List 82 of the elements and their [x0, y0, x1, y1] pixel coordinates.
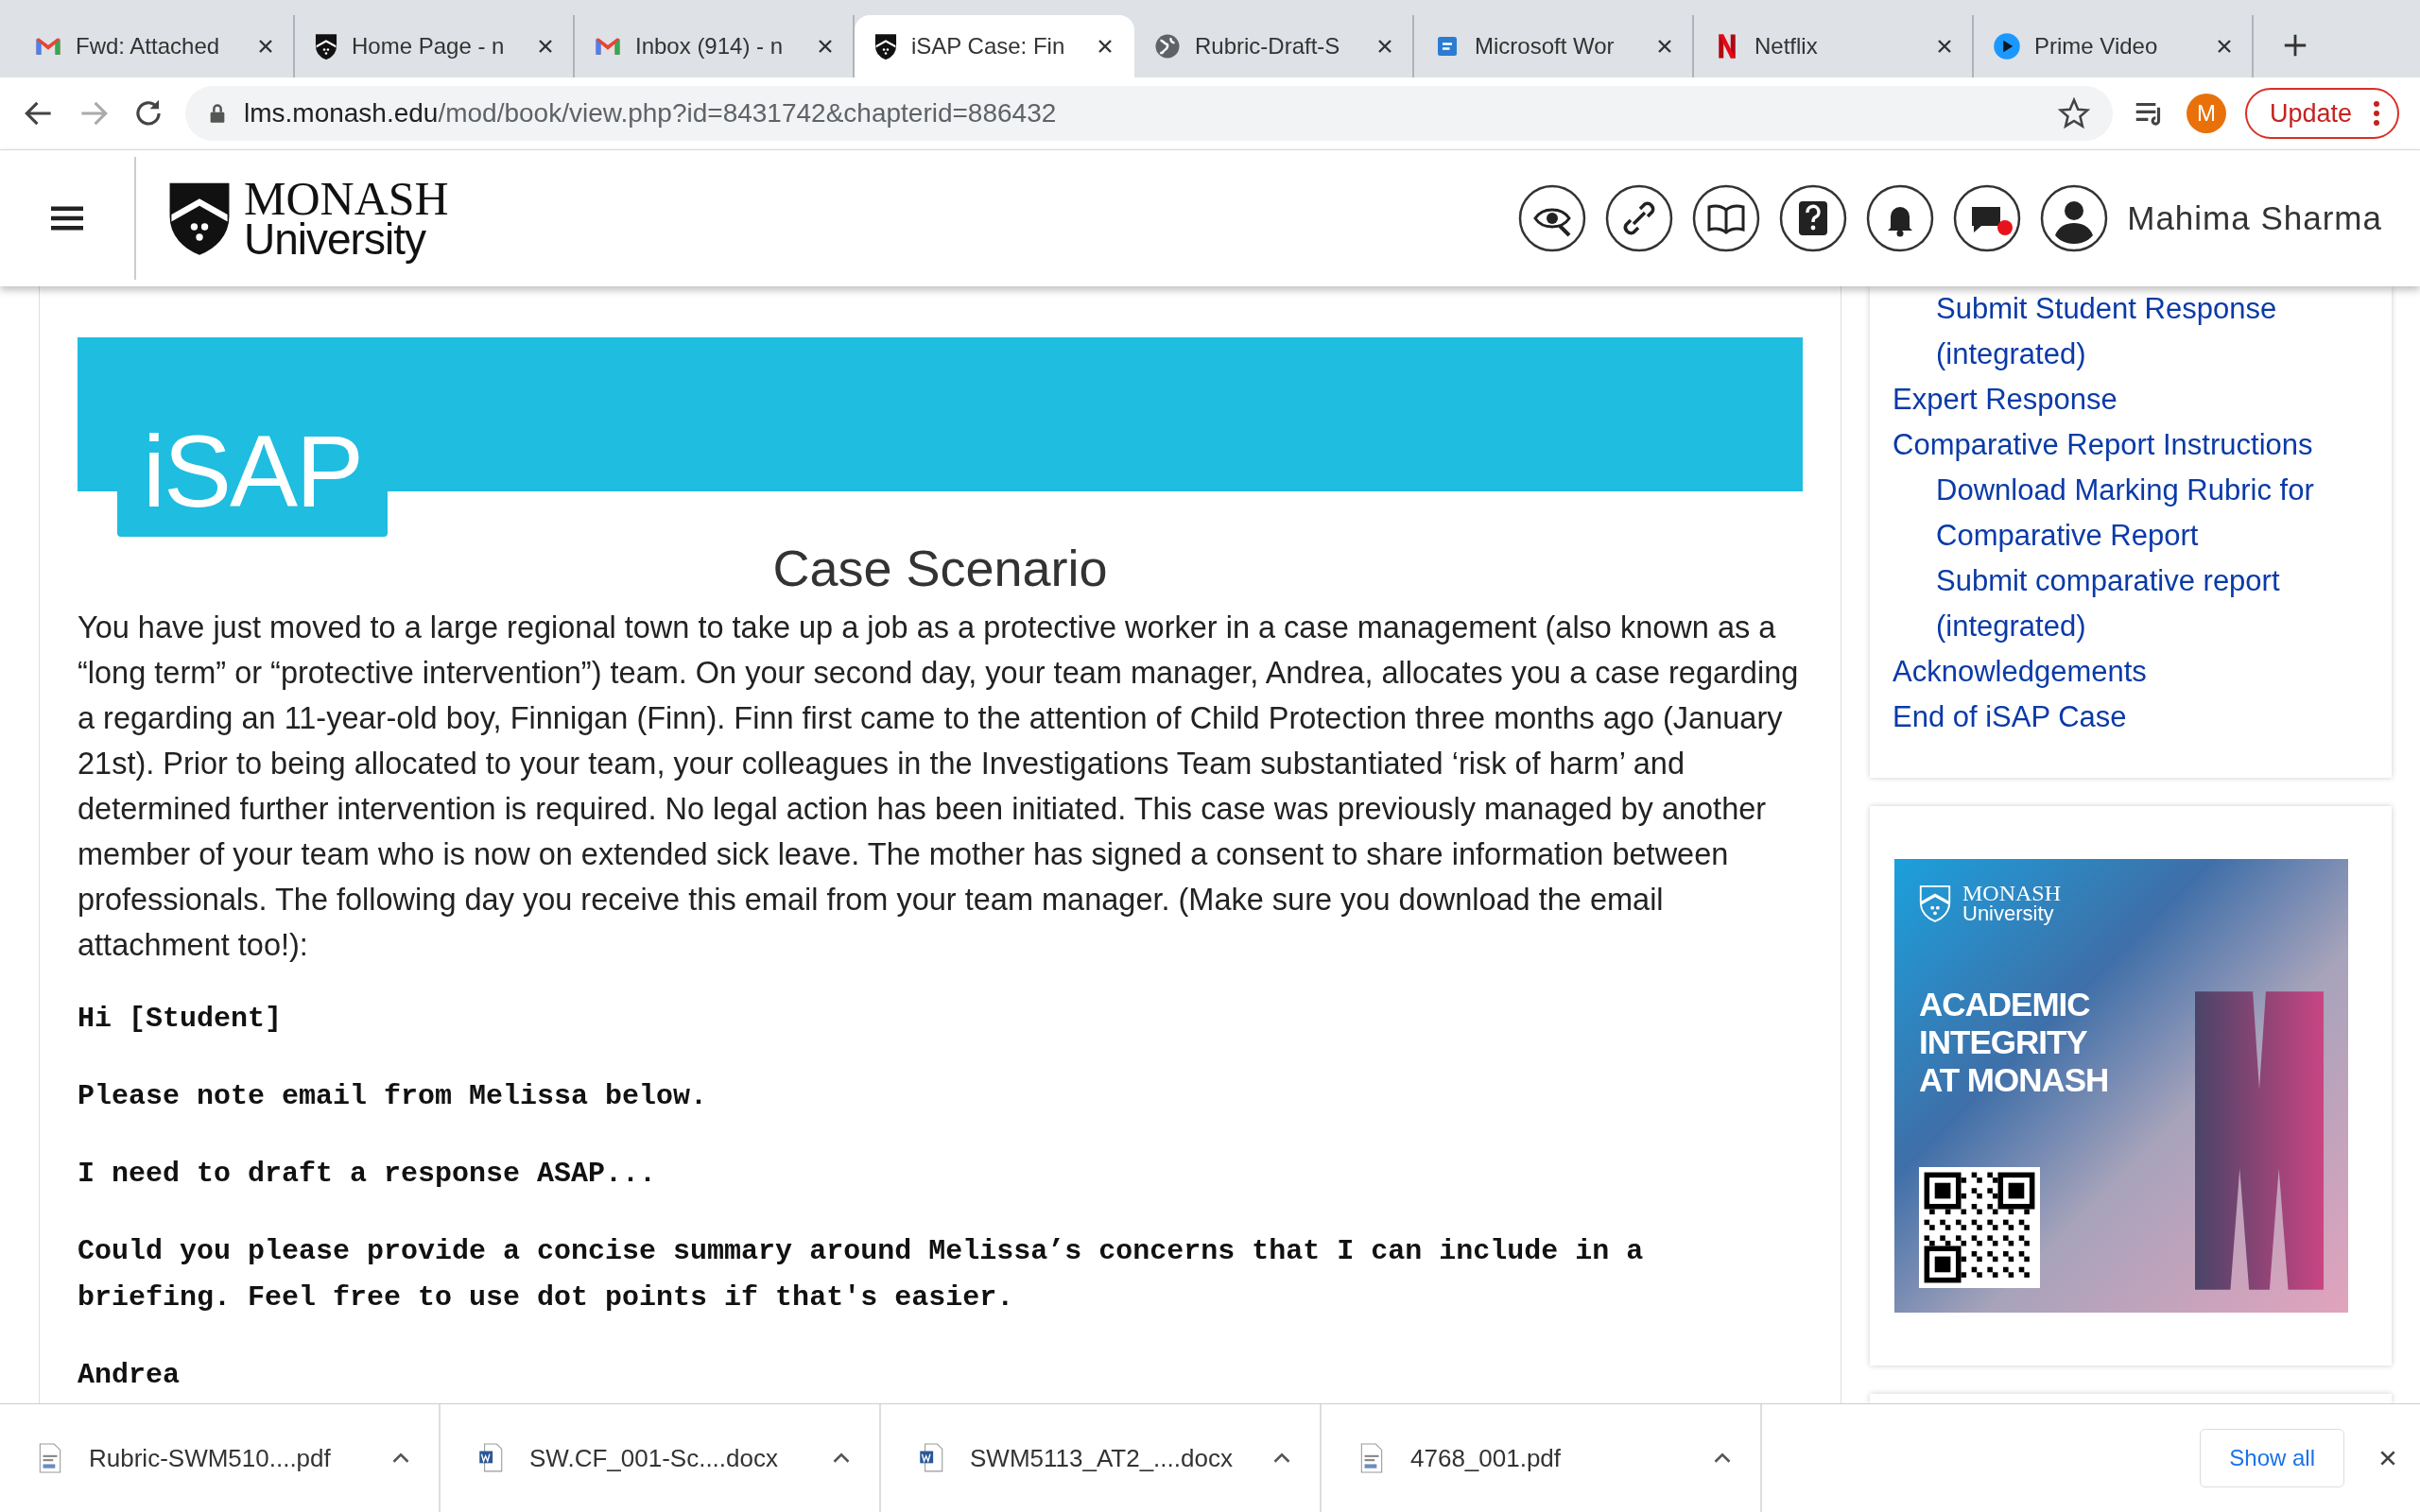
tab-title: Home Page - n — [352, 33, 506, 60]
tab-title: Prime Video — [2034, 33, 2159, 60]
url-host: lms.monash.edu — [244, 98, 439, 128]
close-icon[interactable] — [2216, 38, 2233, 55]
browser-tab[interactable]: Microsoft Wor — [1414, 15, 1694, 77]
play-icon — [1993, 32, 2021, 60]
close-icon[interactable] — [257, 38, 274, 55]
download-item[interactable]: Rubric-SWM510....pdf — [0, 1404, 441, 1512]
browser-tab[interactable]: Netflix — [1694, 15, 1974, 77]
contents-link[interactable]: Expert Response — [1893, 377, 2369, 422]
help-icon[interactable] — [1779, 184, 1848, 252]
caret-icon[interactable] — [832, 1452, 851, 1465]
close-icon[interactable] — [1936, 38, 1953, 55]
promo-headline: ACADEMIC INTEGRITY AT MONASH — [1919, 986, 2109, 1099]
word-file-icon — [919, 1443, 943, 1473]
tab-title: iSAP Case: Fin — [911, 33, 1066, 60]
promo-logo-subtitle: University — [1962, 903, 2055, 923]
close-icon[interactable] — [2378, 1449, 2397, 1468]
download-item[interactable]: SWM5113_AT2_....docx — [881, 1404, 1322, 1512]
browser-tab[interactable]: Prime Video — [1974, 15, 2254, 77]
download-item[interactable]: 4768_001.pdf — [1322, 1404, 1762, 1512]
page-heading: Case Scenario — [771, 539, 1109, 597]
email-text: Andrea — [78, 1358, 182, 1393]
file-name: SW.CF_001-Sc....docx — [529, 1443, 779, 1473]
close-icon[interactable] — [1376, 38, 1393, 55]
tab-title: Rubric-Draft-S — [1195, 33, 1341, 60]
contents-link[interactable]: Acknowledgements — [1893, 649, 2369, 695]
logo-wordmark: MONASH — [244, 177, 449, 220]
contents-link[interactable]: Submit Student Response (integrated) — [1893, 286, 2369, 377]
browser-tab[interactable]: iSAP Case: Fin — [855, 15, 1134, 77]
contents-link[interactable]: Submit comparative report (integrated) — [1893, 558, 2369, 649]
book-icon[interactable] — [1692, 184, 1761, 252]
user-name[interactable]: Mahima Sharma — [2127, 199, 2382, 237]
pdf-file-icon — [1359, 1443, 1384, 1473]
address-bar[interactable]: lms.monash.edu/mod/book/view.php?id=8431742&chapterid=886432 — [185, 86, 2113, 141]
tab-title: Inbox (914) - n — [635, 33, 785, 60]
tab-title: Netflix — [1754, 33, 1819, 60]
crest-icon — [873, 32, 898, 60]
lock-icon — [208, 103, 227, 124]
new-tab-icon[interactable] — [2282, 32, 2308, 59]
close-icon[interactable] — [1097, 38, 1114, 55]
update-button[interactable]: Update — [2244, 88, 2399, 139]
avatar-icon[interactable] — [2040, 184, 2109, 252]
menu-icon[interactable] — [51, 205, 83, 232]
promo-logo-wordmark: MONASH — [1962, 884, 2061, 904]
caret-icon[interactable] — [1713, 1452, 1732, 1465]
word-file-icon — [478, 1443, 503, 1473]
bookmark-star-icon[interactable] — [2057, 97, 2090, 129]
browser-tab[interactable]: Fwd: Attached — [15, 15, 295, 77]
email-text: I need to draft a response ASAP... — [78, 1157, 658, 1192]
more-icon — [2373, 99, 2380, 128]
email-text: Could you please provide a concise summary around Melissa’s concerns that I can include in a briefing. Feel free to use dot points if that's easier. — [78, 1234, 1645, 1315]
contents-link[interactable]: Download Marking Rubric for Comparative Report — [1893, 468, 2369, 558]
close-icon[interactable] — [1656, 38, 1673, 55]
contents-link[interactable]: End of iSAP Case — [1893, 695, 2369, 740]
close-icon[interactable] — [817, 38, 834, 55]
browser-tab[interactable]: Rubric-Draft-S — [1134, 15, 1414, 77]
show-all-button[interactable]: Show all — [2200, 1429, 2344, 1487]
browser-tab[interactable]: Home Page - n — [295, 15, 575, 77]
caret-icon[interactable] — [1272, 1452, 1291, 1465]
download-item[interactable]: SW.CF_001-Sc....docx — [441, 1404, 881, 1512]
file-name: SWM5113_AT2_....docx — [970, 1443, 1234, 1473]
caret-icon[interactable] — [391, 1452, 410, 1465]
contents-link[interactable]: Comparative Report Instructions — [1893, 422, 2369, 468]
file-name: 4768_001.pdf — [1410, 1443, 1563, 1473]
crest-icon — [314, 32, 338, 60]
tab-title: Microsoft Wor — [1475, 33, 1616, 60]
globe-icon — [1153, 32, 1182, 60]
bell-icon[interactable] — [1866, 184, 1935, 252]
email-text: Please note email from Melissa below. — [78, 1079, 709, 1114]
eye-icon[interactable] — [1518, 184, 1587, 252]
email-text: Hi [Student] — [78, 1002, 284, 1037]
close-icon[interactable] — [537, 38, 554, 55]
crest-icon — [1917, 884, 1953, 923]
pdf-file-icon — [38, 1443, 62, 1473]
tab-title: Fwd: Attached — [76, 33, 221, 60]
url-path: /mod/book/view.php?id=8431742&chapterid=886432 — [438, 98, 1057, 128]
chat-icon[interactable] — [1953, 184, 2022, 252]
file-name: Rubric-SWM510....pdf — [89, 1443, 332, 1473]
scenario-paragraph: You have just moved to a large regional town to take up a job as a protective worker in a case management (also known as a “long term” or “protective intervention”) team. On your second day, your team manager, Andrea, allocates you a case regarding a regarding an 11-year-old boy, Finnigan (Finn). Finn first came to the attention of Child Protection three months ago (January 21st). Prior to being allocated to your team, your colleagues in the Investigations Team substantiated ‘risk of harm’ and determined further intervention is required. No legal action has been initiated. This case was previously managed by another member of your team who is now on extended sick leave. The mother has signed a consent to share information between professionals. The following day you receive this email from your team manager. (Make sure you download the email attachment too!): — [78, 610, 1800, 964]
link-icon[interactable] — [1605, 184, 1674, 252]
qr-code-icon — [1919, 1167, 2040, 1288]
